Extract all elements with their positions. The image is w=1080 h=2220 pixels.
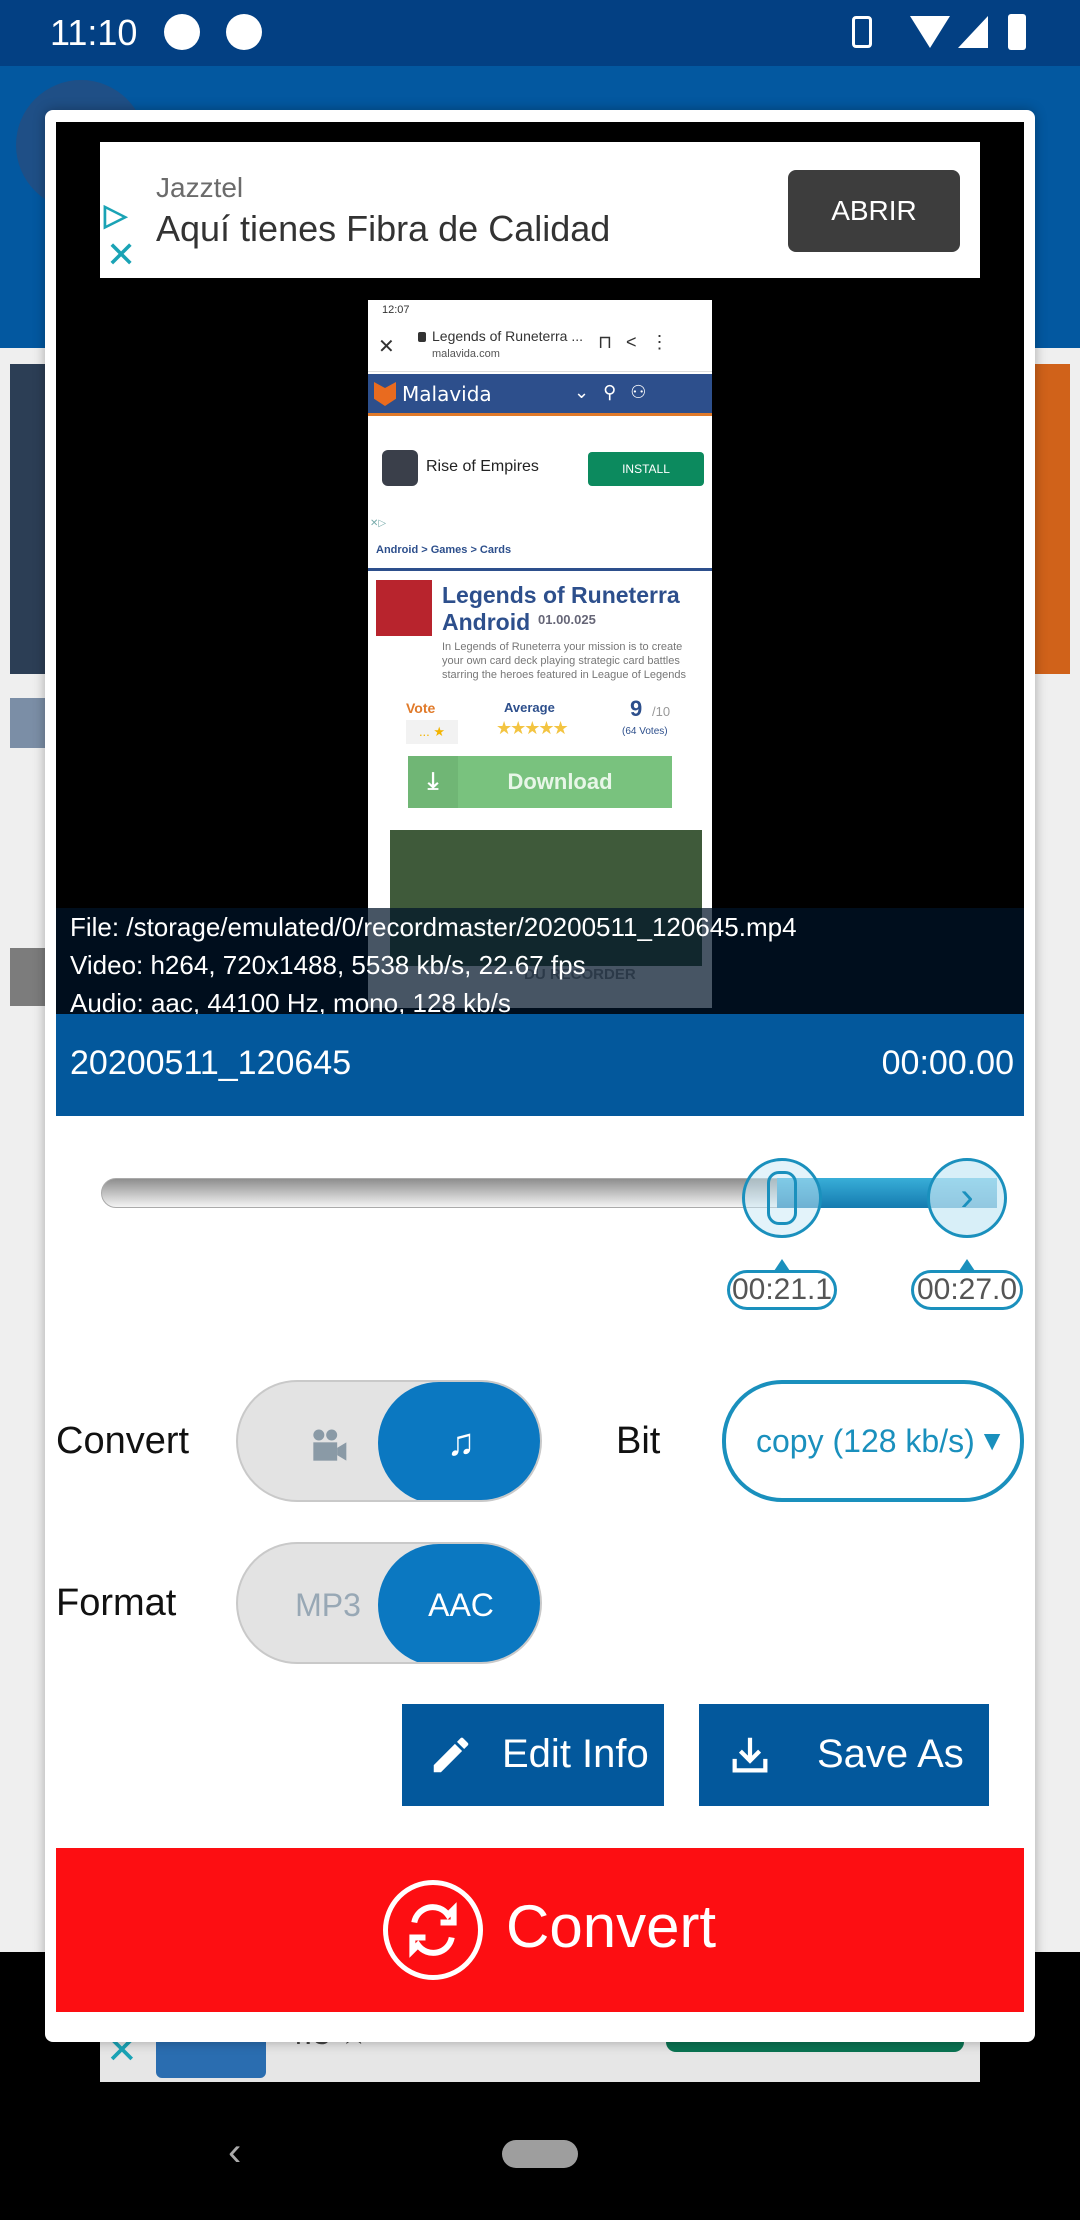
format-option-mp3[interactable]: MP3 xyxy=(278,1544,378,1662)
battery-charging-icon xyxy=(1008,14,1026,50)
preview-vote-label: Vote xyxy=(406,700,436,716)
preview-lock-icon xyxy=(418,332,426,342)
preview-ad-app-icon xyxy=(382,450,418,486)
edit-info-label: Edit Info xyxy=(502,1732,649,1776)
malavida-logo-icon xyxy=(374,382,396,406)
wifi-icon xyxy=(910,16,950,48)
ad-open-button[interactable]: ABRIR xyxy=(788,170,960,252)
dropdown-arrow-icon: ▼ xyxy=(978,1425,1006,1456)
preview-average-label: Average xyxy=(504,700,555,715)
pencil-icon xyxy=(433,1737,469,1773)
save-as-button[interactable]: Save As xyxy=(699,1704,989,1806)
background-tab xyxy=(10,698,50,748)
preview-nav-icons: ⌄⚲⚇ xyxy=(574,382,661,402)
preview-download-button: ⤓ Download xyxy=(408,756,672,808)
preview-adchoices-icon: ✕▷ xyxy=(370,518,387,529)
preview-game-icon xyxy=(376,580,432,636)
convert-type-label: Convert xyxy=(56,1420,190,1462)
nav-back-icon[interactable]: ‹ xyxy=(228,2130,241,2175)
convert-button-label: Convert xyxy=(506,1893,717,1960)
top-ad-banner[interactable]: ▷ ✕ Jazztel Aquí tienes Fibra de Calidad… xyxy=(100,142,980,278)
video-preview-area[interactable]: ▷ ✕ Jazztel Aquí tienes Fibra de Calidad… xyxy=(56,122,1024,1014)
preview-action-icons: ⊓<⋮ xyxy=(598,332,683,352)
preview-game-title: Legends of Runeterra Android xyxy=(442,582,680,635)
preview-page-title: Legends of Runeterra ... xyxy=(432,328,583,344)
preview-install-button: INSTALL xyxy=(588,452,704,486)
preview-average-stars: ★★★★★ xyxy=(496,718,569,738)
edit-info-button[interactable]: Edit Info xyxy=(402,1704,664,1806)
current-time: 00:00.00 xyxy=(881,1044,1014,1082)
media-video-info: Video: h264, 720x1488, 5538 kb/s, 22.67 … xyxy=(70,950,586,980)
preview-divider xyxy=(368,568,712,571)
refresh-icon xyxy=(383,1880,483,1980)
file-title-bar: 20200511_120645 00:00.00 xyxy=(56,1014,1024,1116)
bitrate-value: copy (128 kb/s) xyxy=(756,1423,975,1459)
preview-site-name: Malavida xyxy=(402,382,492,406)
background-thumbnail xyxy=(10,364,50,674)
signal-icon xyxy=(958,16,988,48)
convert-dialog: ▷ ✕ Jazztel Aquí tienes Fibra de Calidad… xyxy=(45,110,1035,2042)
download-icon xyxy=(732,1737,768,1773)
format-option-aac[interactable]: AAC xyxy=(378,1544,540,1662)
ad-brand: Jazztel xyxy=(156,172,244,203)
save-as-label: Save As xyxy=(817,1732,964,1776)
video-frame: 12:07 ✕ Legends of Runeterra ... malavid… xyxy=(368,300,712,1008)
trim-start-handle[interactable] xyxy=(742,1158,822,1238)
nav-home-pill[interactable] xyxy=(502,2140,578,2168)
trim-end-handle[interactable]: › xyxy=(927,1158,1007,1238)
music-note-icon[interactable]: ♫ xyxy=(378,1382,540,1500)
preview-status-bar: 12:07 xyxy=(382,304,410,316)
format-label: Format xyxy=(56,1582,177,1624)
preview-site-nav: Malavida ⌄⚲⚇ xyxy=(368,374,712,416)
convert-type-toggle[interactable]: ♫ xyxy=(236,1380,542,1502)
trim-end-time: 00:27.0 xyxy=(911,1259,1023,1310)
media-info-overlay: File: /storage/emulated/0/recordmaster/2… xyxy=(56,908,1024,1014)
screenshot-edit-icon xyxy=(164,14,200,50)
video-camera-icon[interactable] xyxy=(278,1382,378,1500)
preview-breadcrumb: Android > Games > Cards xyxy=(376,544,512,556)
bitrate-label: Bit xyxy=(616,1420,661,1462)
convert-button[interactable]: Convert xyxy=(56,1848,1024,2012)
chevron-right-icon: › xyxy=(960,1175,974,1219)
preview-score: 9 xyxy=(630,696,643,721)
preview-download-label: Download xyxy=(507,769,613,794)
preview-url-bar: ✕ Legends of Runeterra ... malavida.com … xyxy=(368,322,712,372)
media-audio-info: Audio: aac, 44100 Hz, mono, 128 kb/s xyxy=(70,988,511,1014)
preview-domain: malavida.com xyxy=(432,348,500,360)
status-time: 11:10 xyxy=(50,12,138,53)
preview-vote-count: (64 Votes) xyxy=(622,726,668,737)
ad-headline: Aquí tienes Fibra de Calidad xyxy=(156,208,611,249)
preview-ad: Rise of Empires INSTALL xyxy=(376,448,704,490)
preview-download-icon: ⤓ xyxy=(408,756,458,808)
trim-start-time: 00:21.1 xyxy=(727,1259,837,1310)
bitrate-select[interactable]: copy (128 kb/s) ▼ xyxy=(722,1380,1024,1502)
preview-score-max: /10 xyxy=(652,704,671,719)
format-toggle[interactable]: MP3 AAC xyxy=(236,1542,542,1664)
preview-vote-value: ... ★ xyxy=(406,720,458,744)
ad-info-icon[interactable]: ▷ xyxy=(104,198,127,233)
vibrate-icon xyxy=(852,16,872,48)
background-thumbnail xyxy=(1030,364,1070,674)
media-file-path: File: /storage/emulated/0/recordmaster/2… xyxy=(70,912,797,942)
background-tab xyxy=(10,948,50,1006)
preview-description: In Legends of Runeterra your mission is … xyxy=(442,641,687,681)
file-name: 20200511_120645 xyxy=(70,1044,352,1082)
preview-ad-app-name: Rise of Empires xyxy=(426,458,539,475)
preview-close-icon: ✕ xyxy=(378,336,395,358)
grip-icon xyxy=(767,1171,797,1225)
recorder-icon xyxy=(226,14,262,50)
status-bar: 11:10 xyxy=(0,0,1080,66)
ad-close-icon[interactable]: ✕ xyxy=(106,234,136,276)
preview-version: 01.00.025 xyxy=(538,612,596,627)
